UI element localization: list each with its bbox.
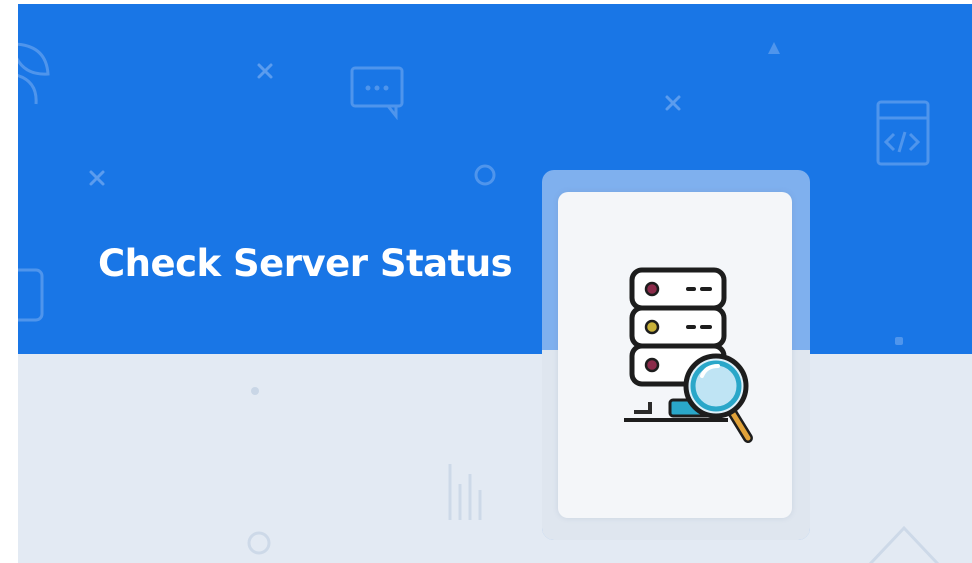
banner: Check Server Status	[18, 4, 972, 563]
screenshot-frame: Check Server Status	[0, 0, 972, 563]
banner-top-blue	[18, 4, 972, 354]
banner-bottom-light	[18, 354, 972, 563]
banner-title: Check Server Status	[98, 242, 513, 285]
server-search-icon	[624, 267, 753, 443]
